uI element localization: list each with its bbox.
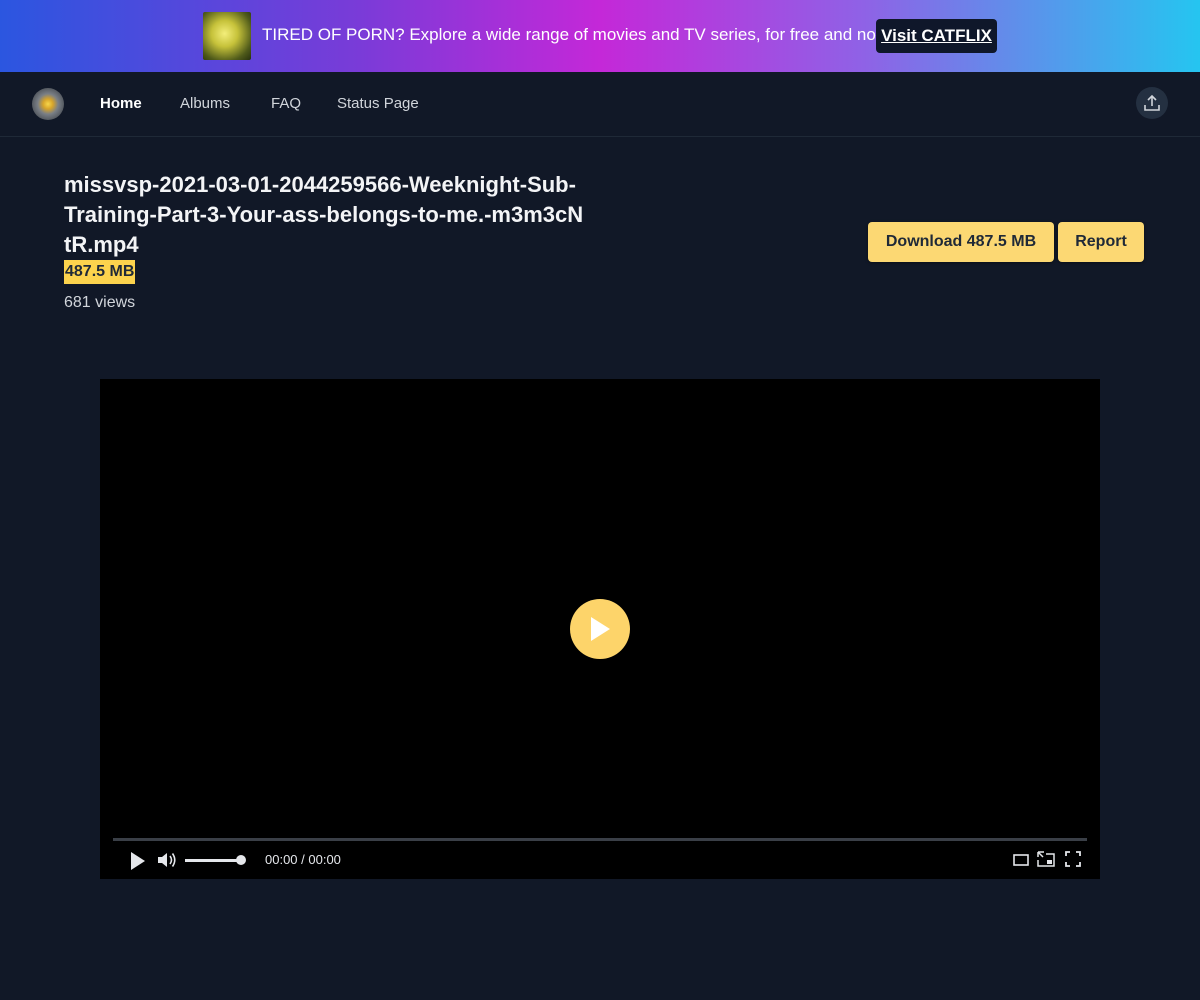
- volume-slider-handle[interactable]: [236, 855, 246, 865]
- cat-thumbnail-image: [203, 12, 251, 60]
- nav-home[interactable]: Home: [100, 95, 142, 112]
- upload-button[interactable]: [1136, 87, 1168, 119]
- site-logo[interactable]: [32, 88, 64, 120]
- time-display: 00:00 / 00:00: [265, 852, 341, 867]
- view-count: 681 views: [64, 294, 136, 311]
- volume-slider[interactable]: [185, 859, 241, 862]
- file-size-badge: 487.5 MB: [64, 260, 136, 284]
- fullscreen-icon[interactable]: [1065, 851, 1081, 867]
- volume-icon[interactable]: [156, 850, 178, 870]
- nav-albums[interactable]: Albums: [180, 95, 230, 112]
- file-name-title: missvsp-2021-03-01-2044259566-Weeknight-…: [64, 172, 584, 257]
- download-button[interactable]: Download 487.5 MB: [868, 222, 1054, 262]
- play-control-icon[interactable]: [128, 851, 148, 871]
- top-navbar: Home Albums FAQ Status Page: [0, 72, 1200, 137]
- promo-banner: TIRED OF PORN? Explore a wide range of m…: [0, 0, 1200, 72]
- visit-catflix-link[interactable]: Visit CATFLIX: [876, 19, 997, 53]
- upload-icon: [1144, 94, 1160, 111]
- video-player[interactable]: 00:00 / 00:00: [100, 379, 1100, 879]
- banner-text: TIRED OF PORN? Explore a wide range of m…: [262, 25, 913, 44]
- progress-bar[interactable]: [113, 838, 1087, 841]
- report-button[interactable]: Report: [1058, 222, 1144, 262]
- big-play-button[interactable]: [570, 599, 630, 659]
- play-icon: [591, 617, 610, 641]
- nav-status-page[interactable]: Status Page: [337, 95, 419, 112]
- theater-mode-icon[interactable]: [1013, 853, 1029, 867]
- picture-in-picture-icon[interactable]: [1037, 851, 1055, 867]
- nav-faq[interactable]: FAQ: [271, 95, 301, 112]
